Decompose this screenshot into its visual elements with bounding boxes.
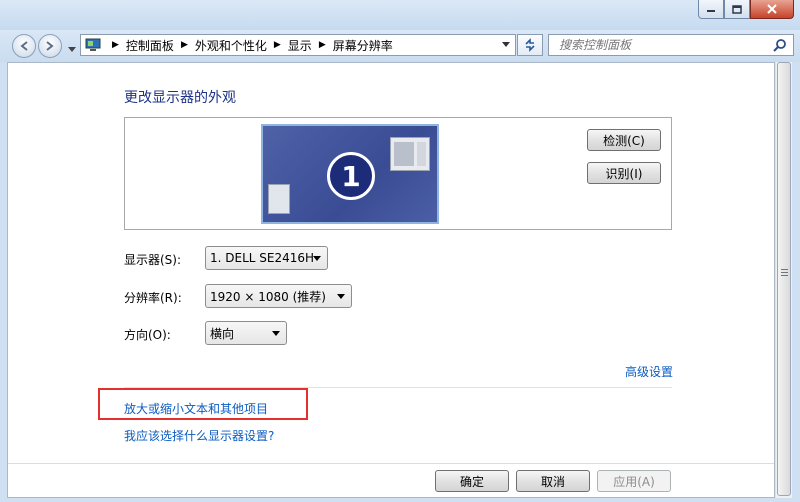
breadcrumb-appearance[interactable]: 外观和个性化 <box>195 37 267 54</box>
recent-pages-dropdown[interactable] <box>68 42 76 56</box>
search-input[interactable] <box>557 37 766 53</box>
address-bar[interactable]: ▶ 控制面板 ▶ 外观和个性化 ▶ 显示 ▶ 屏幕分辨率 <box>80 34 516 56</box>
forward-arrow-icon <box>46 41 54 51</box>
display-value: 1. DELL SE2416H <box>210 251 315 265</box>
back-button[interactable] <box>12 34 36 58</box>
breadcrumb-control-panel[interactable]: 控制面板 <box>126 37 174 54</box>
window-thumbnail-icon <box>390 137 430 171</box>
maximize-icon <box>732 4 742 14</box>
orientation-value: 横向 <box>210 326 235 341</box>
breadcrumb: ▶ 控制面板 ▶ 外观和个性化 ▶ 显示 ▶ 屏幕分辨率 <box>105 37 393 54</box>
resolution-label: 分辨率(R): <box>124 291 182 305</box>
scrollbar-thumb[interactable] <box>777 62 791 496</box>
display-select[interactable]: 1. DELL SE2416H <box>205 246 328 270</box>
chevron-down-icon <box>337 294 345 299</box>
close-icon <box>767 4 777 14</box>
refresh-button[interactable] <box>517 34 543 56</box>
orientation-label: 方向(O): <box>124 328 171 342</box>
display-preview: 1 检测(C) 识别(I) <box>124 117 672 230</box>
maximize-button[interactable] <box>724 0 750 19</box>
resolution-value: 1920 × 1080 (推荐) <box>210 289 326 304</box>
content-pane: 更改显示器的外观 1 检测(C) 识别(I) 显示器(S): 1. DELL S… <box>7 62 775 498</box>
chevron-down-icon <box>272 331 280 336</box>
refresh-icon <box>525 38 535 52</box>
resolution-select[interactable]: 1920 × 1080 (推荐) <box>205 284 352 308</box>
vertical-scrollbar[interactable] <box>775 62 792 498</box>
display-help-link[interactable]: 我应该选择什么显示器设置? <box>124 427 274 444</box>
address-dropdown-icon[interactable] <box>502 42 510 48</box>
breadcrumb-separator-icon[interactable]: ▶ <box>181 40 188 50</box>
advanced-settings-link[interactable]: 高级设置 <box>625 363 673 380</box>
breadcrumb-separator-icon: ▶ <box>112 40 119 50</box>
highlight-box <box>98 388 308 420</box>
breadcrumb-separator-icon[interactable]: ▶ <box>319 40 326 50</box>
apply-button[interactable]: 应用(A) <box>597 470 671 492</box>
ok-button[interactable]: 确定 <box>435 470 509 492</box>
caption-buttons <box>698 0 794 20</box>
orientation-select[interactable]: 横向 <box>205 321 287 345</box>
breadcrumb-display[interactable]: 显示 <box>288 37 312 54</box>
start-menu-thumbnail-icon <box>268 184 290 214</box>
minimize-button[interactable] <box>698 0 724 19</box>
cancel-button[interactable]: 取消 <box>516 470 590 492</box>
detect-button[interactable]: 检测(C) <box>587 129 661 151</box>
page-title: 更改显示器的外观 <box>124 90 236 106</box>
breadcrumb-screen-resolution[interactable]: 屏幕分辨率 <box>333 37 393 54</box>
title-bar <box>0 0 800 30</box>
breadcrumb-separator-icon[interactable]: ▶ <box>274 40 281 50</box>
display-label: 显示器(S): <box>124 253 182 267</box>
chevron-down-icon <box>313 256 321 261</box>
chevron-down-icon <box>68 47 76 52</box>
identify-button[interactable]: 识别(I) <box>587 162 661 184</box>
grip-icon <box>781 269 788 278</box>
search-box[interactable] <box>548 34 794 56</box>
minimize-icon <box>707 10 715 12</box>
navigation-bar: ▶ 控制面板 ▶ 外观和个性化 ▶ 显示 ▶ 屏幕分辨率 <box>0 30 800 62</box>
footer-divider <box>8 463 774 464</box>
control-panel-icon <box>85 38 101 51</box>
close-button[interactable] <box>750 0 794 19</box>
search-icon[interactable] <box>773 38 787 52</box>
back-arrow-icon <box>20 41 28 51</box>
monitor-number-badge: 1 <box>327 152 375 200</box>
monitor-1-preview[interactable]: 1 <box>261 124 439 224</box>
forward-button[interactable] <box>38 34 62 58</box>
